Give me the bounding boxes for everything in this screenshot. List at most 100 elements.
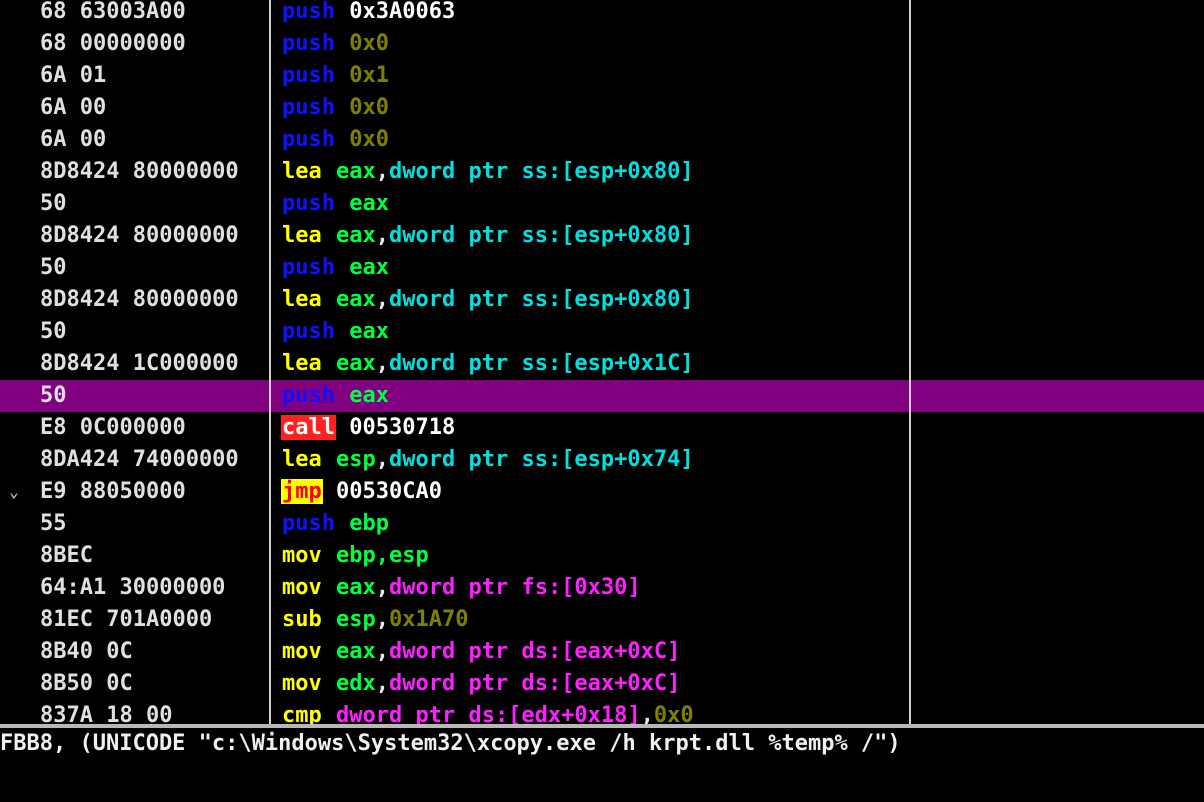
instruction-text: push 0x0: [281, 92, 909, 124]
instruction-text: push 0x0: [281, 28, 909, 60]
disasm-row[interactable]: 6A 01 push 0x1: [0, 60, 1204, 92]
instruction-bytes: 64:A1 30000000: [40, 575, 226, 600]
mnemonic: push: [282, 0, 335, 24]
disassembly-view[interactable]: 68 63003A00 push 0x3A0063 68 00000000 push …: [0, 0, 1204, 724]
immediate-operand: 0x0: [349, 127, 389, 152]
column-separator-comments[interactable]: [909, 0, 911, 724]
mnemonic: push: [282, 63, 335, 88]
disasm-row[interactable]: 837A 18 00 cmp dword ptr ds:[edx+0x18],0x…: [0, 700, 1204, 724]
instruction-text: lea eax,dword ptr ss:[esp+0x1C]: [281, 348, 909, 380]
info-pane: FBB8, (UNICODE "c:\Windows\System32\xcop…: [0, 728, 1204, 802]
operand-separator: ,: [375, 223, 389, 248]
mnemonic: push: [282, 255, 335, 280]
disasm-row[interactable]: 68 00000000 push 0x0: [0, 28, 1204, 60]
instruction-text: push ebp: [281, 508, 909, 540]
mnemonic: push: [282, 191, 335, 216]
disasm-row[interactable]: 8B50 0C mov edx,dword ptr ds:[eax+0xC]: [0, 668, 1204, 700]
mnemonic: push: [282, 127, 335, 152]
mnemonic: mov: [282, 639, 322, 664]
disasm-row[interactable]: 8D8424 80000000 lea eax,dword ptr ss:[esp…: [0, 284, 1204, 316]
disasm-row[interactable]: 8D8424 80000000 lea eax,dword ptr ss:[esp…: [0, 156, 1204, 188]
memory-operand: dword ptr ss:[esp+0x80]: [389, 159, 694, 184]
operand-separator: ,: [375, 287, 389, 312]
immediate-operand: 0x0: [349, 31, 389, 56]
instruction-bytes: 8DA424 74000000: [40, 447, 239, 472]
disasm-row-selected[interactable]: 50 push eax: [0, 380, 1204, 412]
instruction-bytes: 50: [40, 255, 67, 280]
instruction-text: jmp 00530CA0: [281, 476, 909, 508]
instruction-text: push eax: [281, 188, 909, 220]
instruction-text: mov edx,dword ptr ds:[eax+0xC]: [281, 668, 909, 700]
mnemonic: sub: [282, 607, 322, 632]
memory-operand: dword ptr ss:[esp+0x1C]: [389, 351, 694, 376]
immediate-operand: 0x1A70: [389, 607, 469, 632]
immediate-operand: 0x1: [349, 63, 389, 88]
operand-separator: ,: [375, 351, 389, 376]
disasm-row[interactable]: 50 push eax: [0, 316, 1204, 348]
instruction-bytes: 8D8424 80000000: [40, 287, 239, 312]
instruction-bytes: 8B40 0C: [40, 639, 133, 664]
disasm-row[interactable]: 6A 00 push 0x0: [0, 124, 1204, 156]
disasm-row[interactable]: 55 push ebp: [0, 508, 1204, 540]
disasm-row[interactable]: 6A 00 push 0x0: [0, 92, 1204, 124]
instruction-text: mov eax,dword ptr fs:[0x30]: [281, 572, 909, 604]
address-operand: 00530718: [349, 415, 456, 440]
mnemonic: lea: [282, 287, 322, 312]
instruction-bytes: 6A 00: [40, 127, 107, 152]
disasm-row[interactable]: 50 push eax: [0, 252, 1204, 284]
register-operand: eax: [336, 639, 376, 664]
instruction-text: push 0x3A0063: [281, 0, 909, 28]
instruction-bytes: 50: [40, 383, 67, 408]
disasm-row[interactable]: 50 push eax: [0, 188, 1204, 220]
register-operand: eax: [336, 575, 376, 600]
instruction-text: call 00530718: [281, 412, 909, 444]
disasm-row[interactable]: 81EC 701A0000 sub esp,0x1A70: [0, 604, 1204, 636]
memory-operand: dword ptr fs:[0x30]: [389, 575, 641, 600]
operand-separator: ,: [375, 639, 389, 664]
memory-operand: dword ptr ss:[esp+0x74]: [389, 447, 694, 472]
instruction-text: push 0x0: [281, 124, 909, 156]
disasm-row[interactable]: 64:A1 30000000 mov eax,dword ptr fs:[0x30…: [0, 572, 1204, 604]
disasm-row[interactable]: 68 63003A00 push 0x3A0063: [0, 0, 1204, 28]
disasm-row[interactable]: ⌄ E9 88050000 jmp 00530CA0: [0, 476, 1204, 508]
disasm-row[interactable]: 8B40 0C mov eax,dword ptr ds:[eax+0xC]: [0, 636, 1204, 668]
register-operand: eax: [349, 191, 389, 216]
instruction-text: cmp dword ptr ds:[edx+0x18],0x0: [281, 700, 909, 724]
mnemonic: push: [282, 31, 335, 56]
mnemonic: lea: [282, 351, 322, 376]
disasm-row[interactable]: 8DA424 74000000 lea esp,dword ptr ss:[esp…: [0, 444, 1204, 476]
instruction-text: push eax: [281, 316, 909, 348]
instruction-text: push eax: [281, 252, 909, 284]
instruction-bytes: 837A 18 00: [40, 703, 173, 724]
instruction-bytes: 8D8424 80000000: [40, 223, 239, 248]
mnemonic: lea: [282, 223, 322, 248]
mnemonic: push: [282, 319, 335, 344]
register-operand: eax: [336, 159, 376, 184]
instruction-bytes: 50: [40, 319, 67, 344]
operand-separator: ,: [375, 447, 389, 472]
operand-separator: ,: [375, 607, 389, 632]
memory-operand: dword ptr ds:[eax+0xC]: [389, 671, 681, 696]
disasm-row[interactable]: 8BEC mov ebp,esp: [0, 540, 1204, 572]
register-operand: ebp,esp: [336, 543, 429, 568]
mnemonic: call: [281, 415, 336, 440]
mnemonic: mov: [282, 671, 322, 696]
disasm-row[interactable]: 8D8424 80000000 lea eax,dword ptr ss:[esp…: [0, 220, 1204, 252]
disasm-row[interactable]: E8 0C000000 call 00530718: [0, 412, 1204, 444]
instruction-bytes: 8B50 0C: [40, 671, 133, 696]
column-separator-bytes[interactable]: [269, 0, 271, 724]
disasm-row[interactable]: 8D8424 1C000000 lea eax,dword ptr ss:[esp…: [0, 348, 1204, 380]
memory-operand: dword ptr ds:[edx+0x18]: [336, 703, 641, 724]
